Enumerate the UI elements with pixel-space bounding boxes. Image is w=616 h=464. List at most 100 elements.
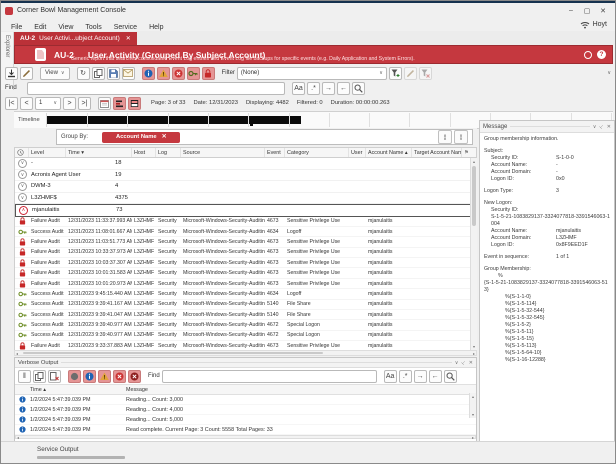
panel-close-icon[interactable]: ✕: [607, 124, 611, 130]
chevron-down-circle-icon[interactable]: ∨: [18, 159, 27, 168]
copy-output-button[interactable]: [33, 370, 46, 383]
menu-item-tools[interactable]: Tools: [79, 24, 107, 31]
level-column-header[interactable]: Level: [29, 148, 66, 157]
user-column-header[interactable]: User: [349, 148, 366, 157]
view-dropdown[interactable]: View ∨: [40, 67, 70, 80]
edit-filter-button[interactable]: [404, 67, 417, 80]
verbose-time-column-header[interactable]: Time ▴: [28, 387, 124, 393]
scroll-thumb[interactable]: [23, 352, 323, 354]
date-picker-button[interactable]: [98, 97, 111, 110]
filter-combo[interactable]: (None) ∨: [237, 67, 387, 80]
verbose-error-toggle[interactable]: [113, 370, 126, 383]
event-row[interactable]: Failure Audit12/31/2023 10:33:37.973 AML…: [15, 248, 476, 258]
group-row[interactable]: ∨DWM-34: [15, 181, 476, 193]
export-button[interactable]: [5, 67, 18, 80]
filter-information-toggle[interactable]: [142, 67, 155, 80]
verbose-horizontal-scrollbar[interactable]: ◂ ▸: [15, 435, 476, 439]
find-previous-button[interactable]: ←: [337, 82, 350, 95]
email-button[interactable]: [122, 67, 135, 80]
filter-success-audit-toggle[interactable]: [187, 67, 200, 80]
expand-all-button[interactable]: ∨∨: [454, 130, 468, 144]
event-row[interactable]: Success Audit12/31/2023 9:39:41.047 AML3…: [15, 310, 476, 320]
event-row[interactable]: Failure Audit12/31/2023 11:33:37.993 AML…: [15, 217, 476, 227]
event-row[interactable]: Success Audit12/31/2023 9:45:15.440 AML3…: [15, 289, 476, 299]
toolbar-overflow-chevron[interactable]: ∨: [607, 70, 611, 76]
verbose-row[interactable]: 1/2/2024 5:47:39.039 PMReading... Count:…: [15, 415, 476, 425]
verbose-search-button[interactable]: [444, 370, 457, 383]
last-page-button[interactable]: >|: [78, 97, 91, 110]
event-row[interactable]: Failure Audit12/31/2023 11:03:51.773 AML…: [15, 237, 476, 247]
verbose-find-input[interactable]: [162, 370, 377, 383]
search-button[interactable]: [352, 82, 365, 95]
copy-button[interactable]: [92, 67, 105, 80]
verbose-row[interactable]: 1/2/2024 5:47:39.039 PMRead complete. Cu…: [15, 425, 476, 435]
host-column-header[interactable]: Host: [132, 148, 156, 157]
verbose-vertical-scrollbar[interactable]: ▴ ▾: [469, 393, 476, 418]
menu-item-service[interactable]: Service: [108, 24, 143, 31]
close-button[interactable]: ✕: [595, 4, 611, 17]
regex-button[interactable]: .*: [307, 82, 320, 95]
verbose-row[interactable]: 1/2/2024 5:47:39.039 PMReading... Count:…: [15, 405, 476, 415]
event-row[interactable]: Success Audit12/31/2023 9:39:40.977 AML3…: [15, 331, 476, 341]
status-scroll-thumb[interactable]: [37, 456, 125, 459]
event-row[interactable]: Success Audit12/31/2023 9:39:40.977 AML3…: [15, 320, 476, 330]
flag-column-header[interactable]: ⚑: [462, 148, 476, 157]
time-column-header[interactable]: Time ▾: [66, 148, 132, 157]
scroll-down-arrow[interactable]: ▾: [471, 343, 477, 350]
event-row[interactable]: Failure Audit12/31/2023 9:33:37.883 AML3…: [15, 341, 476, 350]
tab-au2-user-activity[interactable]: AU-2 User Activi...ubject Account) ✕: [14, 32, 137, 45]
collapse-all-button[interactable]: ∧∧: [438, 130, 452, 144]
group-row-selected[interactable]: ∧mjanulaitis73: [15, 204, 476, 217]
find-next-button[interactable]: →: [322, 82, 335, 95]
verbose-find-previous-button[interactable]: ←: [429, 370, 442, 383]
panel-close-icon[interactable]: ✕: [469, 360, 473, 366]
verbose-critical-toggle[interactable]: [128, 370, 141, 383]
group-row[interactable]: ∨-18: [15, 158, 476, 170]
first-page-button[interactable]: |<: [5, 97, 18, 110]
save-button[interactable]: [107, 67, 120, 80]
menu-item-view[interactable]: View: [52, 24, 79, 31]
verbose-find-next-button[interactable]: →: [414, 370, 427, 383]
verbose-row[interactable]: 1/2/2024 5:47:39.039 PMReading... Count:…: [15, 395, 476, 405]
previous-page-button[interactable]: <: [20, 97, 33, 110]
pin-icon[interactable]: ⊥: [460, 359, 467, 366]
scroll-thumb[interactable]: [472, 166, 476, 226]
detail-pane-toggle-button[interactable]: [128, 97, 141, 110]
filter-error-toggle[interactable]: [172, 67, 185, 80]
chevron-up-circle-icon[interactable]: ∧: [19, 206, 28, 215]
menu-item-file[interactable]: File: [5, 24, 28, 31]
verbose-match-case-button[interactable]: Aa: [384, 370, 397, 383]
tab-close-icon[interactable]: ✕: [126, 35, 131, 42]
chevron-down-circle-icon[interactable]: ∨: [18, 170, 27, 179]
chevron-down-circle-icon[interactable]: ∨: [18, 193, 27, 202]
event-row[interactable]: Success Audit12/31/2023 11:08:01.667 AML…: [15, 227, 476, 237]
verbose-debug-toggle[interactable]: [68, 370, 81, 383]
group-chip-close-icon[interactable]: ✕: [162, 134, 167, 140]
next-page-button[interactable]: >: [63, 97, 76, 110]
clear-filter-button[interactable]: [419, 67, 432, 80]
menu-item-edit[interactable]: Edit: [28, 24, 52, 31]
verbose-regex-button[interactable]: .*: [399, 370, 412, 383]
filter-failure-audit-toggle[interactable]: [202, 67, 215, 80]
group-row[interactable]: ∨Acronis Agent User19: [15, 170, 476, 182]
chevron-down-circle-icon[interactable]: ∨: [18, 182, 27, 191]
event-column-header[interactable]: Event: [265, 148, 285, 157]
clock-column-header[interactable]: [15, 148, 29, 157]
pause-output-button[interactable]: ‖: [18, 370, 31, 383]
verbose-warning-toggle[interactable]: [98, 370, 111, 383]
verbose-information-toggle[interactable]: [83, 370, 96, 383]
find-input[interactable]: [27, 82, 285, 95]
scroll-down-arrow[interactable]: ▾: [470, 411, 476, 418]
panel-collapse-icon[interactable]: ∨: [455, 360, 459, 366]
filter-warning-toggle[interactable]: [157, 67, 170, 80]
scroll-up-arrow[interactable]: ▴: [470, 393, 476, 400]
event-row[interactable]: Failure Audit12/31/2023 10:01:20.973 AML…: [15, 279, 476, 289]
scroll-up-arrow[interactable]: ▴: [471, 158, 477, 165]
event-row[interactable]: Success Audit12/31/2023 9:39:41.167 AML3…: [15, 300, 476, 310]
scroll-right-arrow[interactable]: ▸: [473, 351, 475, 356]
panel-collapse-icon[interactable]: ∨: [593, 124, 597, 130]
maximize-button[interactable]: ▢: [579, 4, 595, 17]
group-row[interactable]: ∨L3ZHMF$4375: [15, 193, 476, 205]
category-column-header[interactable]: Category: [285, 148, 349, 157]
source-column-header[interactable]: Source: [181, 148, 265, 157]
